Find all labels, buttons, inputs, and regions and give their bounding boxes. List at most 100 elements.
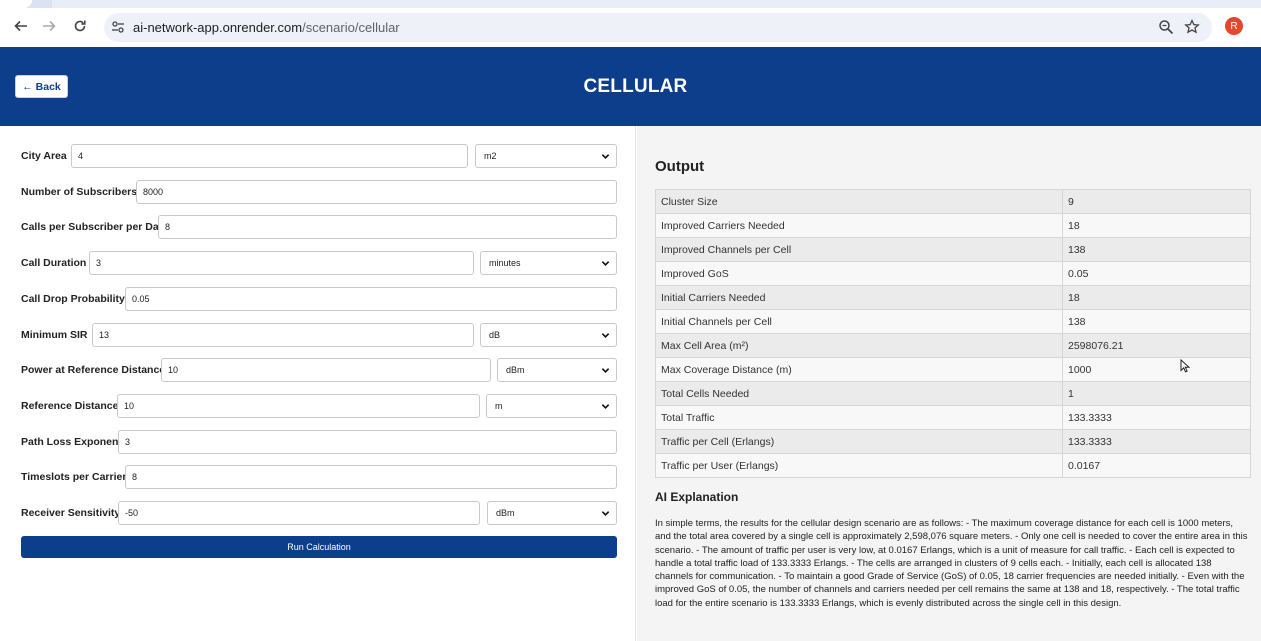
minimum-sir-label: Minimum SIR [21, 329, 88, 341]
call-drop-input[interactable]: 0.05 [125, 287, 617, 311]
power-ref-input[interactable]: 10 [161, 358, 491, 382]
browser-toolbar: ai-network-app.onrender.com/scenario/cel… [0, 0, 1261, 47]
address-bar[interactable]: ai-network-app.onrender.com/scenario/cel… [104, 13, 1212, 42]
mouse-cursor-icon [1180, 359, 1190, 373]
output-value-cell: 138 [1062, 309, 1251, 334]
minimum-sir-unit-value: dB [489, 330, 501, 340]
timeslots-input[interactable]: 8 [125, 465, 617, 489]
output-key-cell: Cluster Size [655, 189, 1063, 214]
calls-per-day-row: Calls per Subscriber per Day 8 [21, 215, 617, 239]
call-duration-input[interactable]: 3 [89, 251, 474, 275]
call-duration-row: Call Duration 3 minutes [21, 251, 617, 275]
city-area-row: City Area 4 m2 [21, 144, 617, 168]
back-arrow-icon[interactable] [10, 15, 32, 37]
minimum-sir-row: Minimum SIR 13 dB [21, 323, 617, 347]
url-path: /scenario/cellular [302, 20, 400, 35]
output-value-cell: 0.05 [1062, 261, 1251, 286]
output-key-cell: Traffic per User (Erlangs) [655, 453, 1063, 478]
ai-explanation-text: In simple terms, the results for the cel… [655, 518, 1248, 609]
output-key-cell: Total Cells Needed [655, 381, 1063, 406]
power-ref-unit-select[interactable]: dBm [497, 358, 617, 382]
minimum-sir-unit-select[interactable]: dB [480, 323, 617, 347]
city-area-input[interactable]: 4 [71, 144, 468, 168]
table-row: Improved Carriers Needed 18 [655, 213, 1251, 238]
zoom-icon[interactable] [1158, 19, 1174, 40]
table-row: Traffic per User (Erlangs) 0.0167 [655, 453, 1251, 478]
output-title: Output [655, 158, 705, 175]
reference-distance-unit-value: m [495, 401, 503, 411]
table-row: Max Coverage Distance (m) 1000 [655, 357, 1251, 382]
timeslots-label: Timeslots per Carrier [21, 471, 127, 483]
output-value-cell: 18 [1062, 285, 1251, 310]
call-duration-unit-select[interactable]: minutes [480, 251, 617, 275]
output-key-cell: Traffic per Cell (Erlangs) [655, 429, 1063, 454]
path-loss-row: Path Loss Exponent 3 [21, 430, 617, 454]
bookmark-star-icon[interactable] [1184, 18, 1200, 40]
tab-strip [0, 0, 1261, 8]
timeslots-row: Timeslots per Carrier 8 [21, 465, 617, 489]
output-key-cell: Max Cell Area (m²) [655, 333, 1063, 358]
reference-distance-input[interactable]: 10 [117, 394, 480, 418]
receiver-sensitivity-unit-value: dBm [496, 508, 515, 518]
site-settings-icon[interactable] [111, 20, 125, 39]
avatar-letter: R [1230, 20, 1238, 32]
receiver-sensitivity-label: Receiver Sensitivity [21, 507, 121, 519]
output-value-cell: 133.3333 [1062, 429, 1251, 454]
table-row: Traffic per Cell (Erlangs) 133.3333 [655, 429, 1251, 454]
run-calculation-button[interactable]: Run Calculation [21, 536, 617, 558]
app-header: ← Back CELLULAR [0, 47, 1261, 126]
forward-arrow-icon[interactable] [38, 15, 60, 37]
call-duration-unit-value: minutes [489, 258, 521, 268]
chevron-down-icon [601, 368, 610, 373]
page-title: CELLULAR [583, 76, 688, 97]
output-key-cell: Total Traffic [655, 405, 1063, 430]
output-value-cell: 18 [1062, 213, 1251, 238]
output-value-cell: 0.0167 [1062, 453, 1251, 478]
output-value-cell: 138 [1062, 237, 1251, 262]
minimum-sir-input[interactable]: 13 [92, 323, 474, 347]
profile-avatar[interactable]: R [1225, 17, 1243, 35]
reference-distance-unit-select[interactable]: m [486, 394, 617, 418]
call-drop-row: Call Drop Probability 0.05 [21, 287, 617, 311]
call-drop-label: Call Drop Probability [21, 293, 125, 305]
chevron-down-icon [601, 404, 610, 409]
output-value-cell: 2598076.21 [1062, 333, 1251, 358]
output-value-cell: 133.3333 [1062, 405, 1251, 430]
output-key-cell: Initial Carriers Needed [655, 285, 1063, 310]
chevron-down-icon [601, 154, 610, 159]
output-value-cell: 1000 [1062, 357, 1251, 382]
reload-icon[interactable] [69, 15, 91, 37]
chevron-down-icon [601, 333, 610, 338]
output-value-cell: 9 [1062, 189, 1251, 214]
path-loss-label: Path Loss Exponent [21, 436, 122, 448]
power-ref-label: Power at Reference Distance [21, 364, 166, 376]
output-table: Cluster Size 9 Improved Carriers Needed 18 I… [655, 189, 1251, 478]
table-row: Improved Channels per Cell 138 [655, 237, 1251, 262]
ai-explanation-title: AI Explanation [655, 490, 739, 504]
output-value-cell: 1 [1062, 381, 1251, 406]
city-area-label: City Area [21, 150, 67, 162]
receiver-sensitivity-input[interactable]: -50 [118, 501, 480, 525]
subscribers-row: Number of Subscribers 8000 [21, 180, 617, 204]
reference-distance-row: Reference Distance 10 m [21, 394, 617, 418]
calls-per-day-label: Calls per Subscriber per Day [21, 221, 165, 233]
calls-per-day-input[interactable]: 8 [158, 215, 617, 239]
power-ref-row: Power at Reference Distance 10 dBm [21, 358, 617, 382]
table-row: Initial Channels per Cell 138 [655, 309, 1251, 334]
output-key-cell: Initial Channels per Cell [655, 309, 1063, 334]
table-row: Improved GoS 0.05 [655, 261, 1251, 286]
city-area-unit-select[interactable]: m2 [475, 144, 617, 168]
table-row: Initial Carriers Needed 18 [655, 285, 1251, 310]
url-text[interactable]: ai-network-app.onrender.com/scenario/cel… [133, 20, 400, 35]
path-loss-input[interactable]: 3 [118, 430, 617, 454]
output-key-cell: Improved Channels per Cell [655, 237, 1063, 262]
url-host: ai-network-app.onrender.com [133, 20, 303, 35]
table-row: Total Traffic 133.3333 [655, 405, 1251, 430]
city-area-unit-value: m2 [484, 151, 497, 161]
subscribers-input[interactable]: 8000 [136, 180, 617, 204]
table-row: Total Cells Needed 1 [655, 381, 1251, 406]
call-duration-label: Call Duration [21, 257, 87, 269]
receiver-sensitivity-row: Receiver Sensitivity -50 dBm [21, 501, 617, 525]
receiver-sensitivity-unit-select[interactable]: dBm [487, 501, 617, 525]
power-ref-unit-value: dBm [506, 365, 525, 375]
